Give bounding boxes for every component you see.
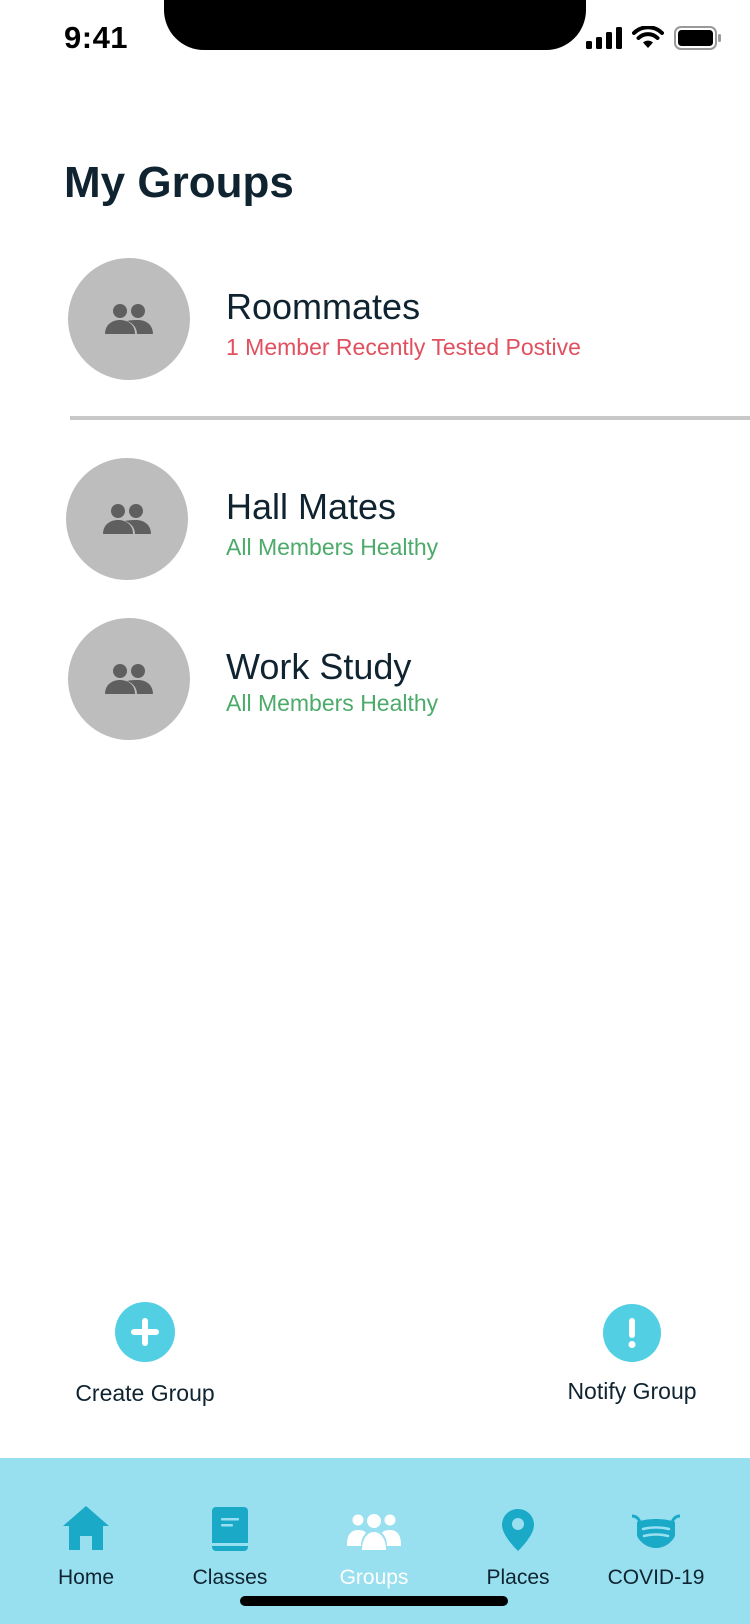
group-status: All Members Healthy [226, 690, 439, 716]
tab-groups-icon-wrap [304, 1496, 444, 1552]
tab-covid-icon-wrap [586, 1496, 726, 1552]
notify-group-circle[interactable] [603, 1304, 661, 1362]
tab-classes-icon-wrap [160, 1496, 300, 1552]
tab-classes[interactable]: Classes [160, 1496, 300, 1590]
status-icons [586, 26, 722, 50]
tab-classes-label: Classes [192, 1566, 268, 1589]
home-icon [63, 1506, 109, 1550]
group-name: Work Study [226, 646, 412, 687]
tab-groups[interactable]: Groups [304, 1496, 444, 1590]
notify-group-button[interactable]: Notify Group [556, 1304, 708, 1405]
group-row-roommates[interactable]: Roommates 1 Member Recently Tested Posti… [68, 258, 750, 380]
group-avatar [68, 618, 190, 740]
group-status: All Members Healthy [226, 534, 439, 560]
mask-icon [631, 1514, 681, 1548]
group-name: Hall Mates [226, 486, 397, 527]
tab-home-icon-wrap [16, 1496, 156, 1552]
device-notch [164, 0, 586, 50]
group-avatar [66, 458, 188, 580]
people-icon [103, 504, 151, 534]
tab-home[interactable]: Home [16, 1496, 156, 1590]
group-status: 1 Member Recently Tested Postive [226, 334, 581, 360]
people-icon [347, 1514, 401, 1550]
tab-places[interactable]: Places [448, 1496, 588, 1590]
home-indicator [240, 1596, 508, 1606]
group-name: Roommates [226, 286, 421, 327]
people-icon [105, 664, 153, 694]
tab-places-icon-wrap [448, 1496, 588, 1552]
page-title: My Groups [64, 158, 294, 207]
battery-icon [674, 26, 721, 50]
tab-covid[interactable]: COVID-19 [586, 1496, 726, 1590]
book-icon [212, 1507, 248, 1551]
group-row-work-study[interactable]: Work Study All Members Healthy [68, 618, 750, 740]
create-group-button[interactable]: Create Group [64, 1302, 226, 1407]
notify-group-label: Notify Group [567, 1378, 697, 1404]
status-bar: 9:41 [0, 0, 750, 80]
wifi-icon [632, 26, 664, 48]
exclamation-icon [628, 1318, 636, 1348]
people-icon [105, 304, 153, 334]
create-group-label: Create Group [75, 1380, 215, 1406]
status-time: 9:41 [64, 20, 129, 55]
plus-icon [131, 1318, 159, 1346]
group-avatar [68, 258, 190, 380]
cellular-signal-icon [586, 27, 622, 49]
divider [70, 416, 750, 420]
tab-covid-label: COVID-19 [607, 1566, 705, 1589]
location-pin-icon [502, 1509, 534, 1551]
tab-groups-label: Groups [339, 1566, 409, 1589]
group-row-hall-mates[interactable]: Hall Mates All Members Healthy [66, 458, 748, 580]
create-group-circle[interactable] [115, 1302, 175, 1362]
tab-home-label: Home [57, 1566, 115, 1589]
tab-places-label: Places [486, 1566, 550, 1589]
